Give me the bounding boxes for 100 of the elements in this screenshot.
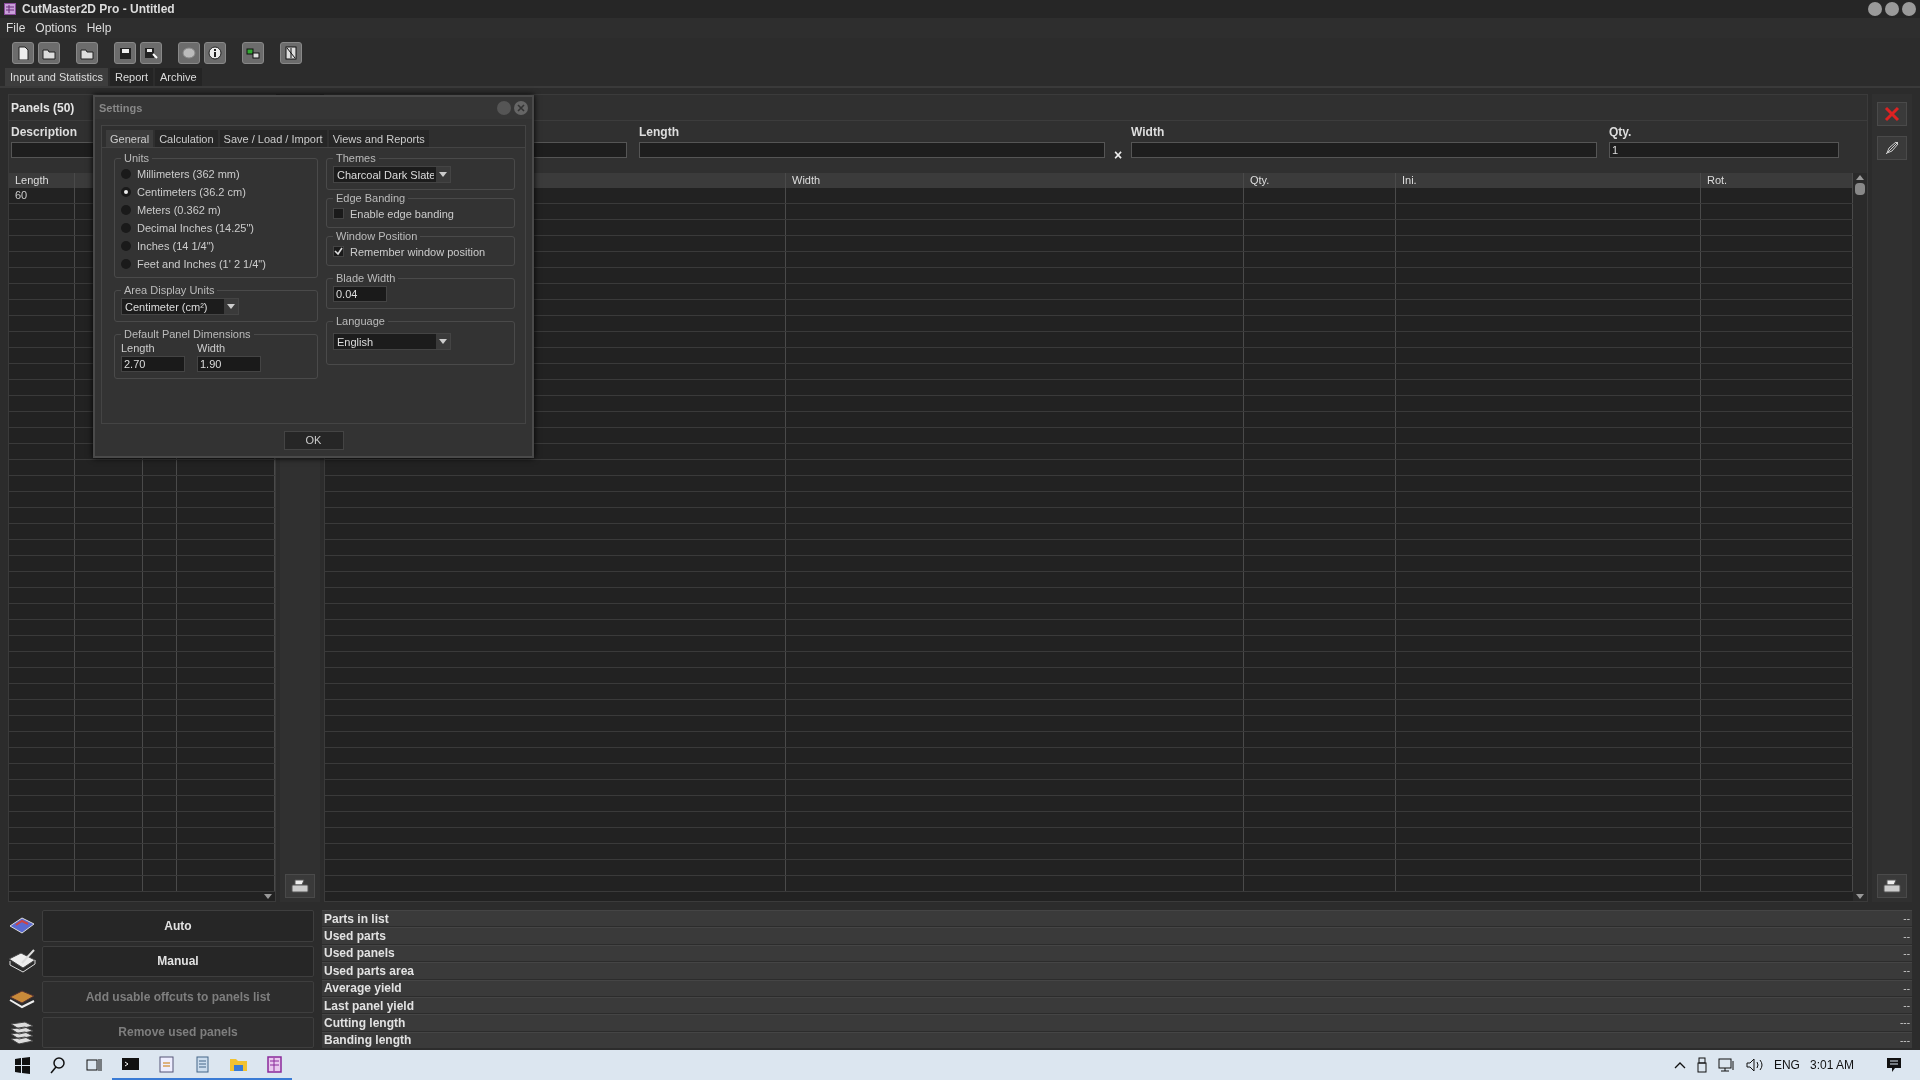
radio-button[interactable] <box>121 222 131 233</box>
tab[interactable]: Views and Reports <box>328 130 429 147</box>
open-button[interactable] <box>38 42 60 64</box>
field-label: Width <box>1131 125 1165 139</box>
caret-icon <box>227 304 235 309</box>
radio-label: Inches (14 1/4") <box>137 239 215 252</box>
checkbox[interactable] <box>333 246 344 257</box>
stat-value: -- <box>1903 947 1910 959</box>
restore-button[interactable] <box>1885 2 1899 16</box>
group-title: Units <box>123 152 151 164</box>
scroll-up-icon <box>1856 175 1864 180</box>
minimize-button[interactable] <box>1868 2 1882 16</box>
pencil-icon <box>1884 140 1900 156</box>
transfer-button[interactable] <box>242 42 264 64</box>
print-button[interactable] <box>285 874 315 898</box>
action-button[interactable]: Manual <box>42 945 314 977</box>
stat-value: -- <box>1903 965 1910 977</box>
save-as-button[interactable] <box>140 42 162 64</box>
language-indicator[interactable]: ENG <box>1773 1058 1800 1072</box>
printer-icon <box>1883 879 1901 893</box>
tab[interactable]: Input and Statistics <box>5 68 108 86</box>
text-field[interactable]: 1.90 <box>197 356 261 372</box>
scrollbar[interactable] <box>1853 173 1867 901</box>
stat-value: -- <box>1903 982 1910 994</box>
stat-value: -- <box>1903 930 1910 942</box>
ok-button[interactable]: OK <box>283 430 344 450</box>
group-title: Blade Width <box>335 272 397 284</box>
field-label: Width <box>197 342 227 354</box>
tab[interactable]: Report <box>109 68 153 86</box>
tab[interactable]: Archive <box>155 68 202 86</box>
radio-button[interactable] <box>121 186 131 197</box>
new-button[interactable] <box>12 42 34 64</box>
app-icon <box>264 1054 284 1074</box>
radio-button[interactable] <box>121 204 131 215</box>
text-field[interactable]: 2.70 <box>121 356 185 372</box>
stat-label: Last panel yield <box>324 998 415 1013</box>
radio-button[interactable] <box>121 258 131 269</box>
x-mark-icon <box>1884 106 1900 122</box>
app-icon <box>4 3 16 15</box>
radio-button[interactable] <box>121 240 131 251</box>
stat-label: Used panels <box>324 946 395 961</box>
stat-label: Average yield <box>324 981 402 996</box>
printer-icon <box>291 879 309 893</box>
column-header[interactable]: Ini. <box>1396 173 1701 188</box>
edit-button[interactable] <box>1877 136 1907 160</box>
text-field[interactable]: 0.04 <box>333 286 387 302</box>
folder-icon <box>80 46 94 60</box>
stat-value: --- <box>1900 1034 1910 1046</box>
check-icon <box>334 247 343 256</box>
clock[interactable]: 3:01 AM <box>1809 1058 1854 1072</box>
tab[interactable]: Save / Load / Import <box>219 130 327 147</box>
document-icon <box>156 1054 176 1074</box>
column-header[interactable]: Width <box>786 173 1244 188</box>
group-title: Window Position <box>335 230 419 242</box>
scroll-down-icon <box>264 894 272 899</box>
field-label: Length <box>639 125 679 139</box>
column-header[interactable]: Qty. <box>1244 173 1396 188</box>
save-as-icon <box>144 46 158 60</box>
menu-item[interactable]: Options <box>35 21 77 35</box>
open-button[interactable] <box>76 42 98 64</box>
shape-button[interactable] <box>178 42 200 64</box>
tab[interactable]: General <box>106 130 154 147</box>
dropdown[interactable]: Centimeter (cm²) <box>121 298 239 315</box>
checkbox[interactable] <box>333 208 344 219</box>
windows-icon <box>12 1055 32 1075</box>
menu-item[interactable]: File <box>6 21 26 35</box>
save-icon <box>118 46 132 60</box>
stat-label: Used parts <box>324 929 387 944</box>
tab[interactable]: Calculation <box>155 130 218 147</box>
menu-item[interactable]: Help <box>86 21 112 35</box>
network-icon[interactable] <box>1717 1058 1736 1072</box>
scroll-down-icon <box>1856 894 1864 899</box>
notification-icon[interactable] <box>1886 1057 1902 1073</box>
save-button[interactable] <box>114 42 136 64</box>
text-field[interactable] <box>1131 142 1597 158</box>
usb-drive-icon[interactable] <box>1695 1057 1708 1073</box>
print-button[interactable] <box>1877 874 1907 898</box>
radio-label: Centimeters (36.2 cm) <box>137 185 246 198</box>
multiply-sign: × <box>1112 146 1124 163</box>
pencil-pad-icon <box>8 949 36 974</box>
panel-title: Panels (50) <box>11 100 75 115</box>
close-button[interactable] <box>1902 2 1916 16</box>
dialog-title: Settings <box>99 102 143 114</box>
checkbox-label: Remember window position <box>350 245 486 258</box>
radio-label: Feet and Inches (1' 2 1/4") <box>137 257 266 270</box>
volume-icon[interactable] <box>1745 1058 1764 1072</box>
info-button[interactable] <box>204 42 226 64</box>
dropdown[interactable]: English <box>333 333 451 350</box>
caret-icon <box>439 339 447 344</box>
text-field[interactable]: 1 <box>1609 142 1839 158</box>
radio-label: Decimal Inches (14.25") <box>137 221 254 234</box>
text-field[interactable] <box>639 142 1105 158</box>
chevron-up-icon[interactable] <box>1673 1061 1686 1069</box>
cut-plan-icon <box>284 46 298 60</box>
cut-button[interactable] <box>280 42 302 64</box>
action-button[interactable]: Auto <box>42 910 314 942</box>
folder-icon <box>42 46 56 60</box>
radio-button[interactable] <box>121 168 131 179</box>
stat-label: Banding length <box>324 1033 412 1048</box>
scroll-thumb[interactable] <box>1855 183 1865 195</box>
